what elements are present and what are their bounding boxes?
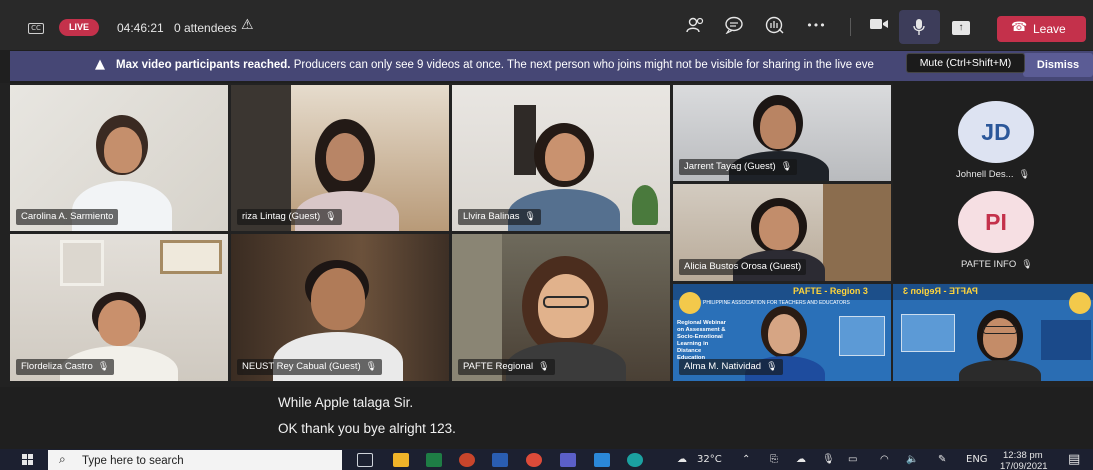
presentation-line: Regional Webinar — [677, 320, 726, 326]
windows-taskbar: ⌕ Type here to search ☁ 32°C ⌃ ⎘ ☁ 🎙 ▭ ◠… — [0, 449, 1093, 470]
muted-mic-icon: 🎙 — [1021, 260, 1033, 270]
video-tile[interactable]: Jarrent Tayag (Guest) 🎙 — [673, 85, 891, 181]
participant-name: PAFTE Regional 🎙 — [458, 359, 555, 375]
video-tile[interactable]: NEUST Rey Cabual (Guest) 🎙 — [231, 234, 449, 381]
warning-icon: ▲ — [95, 57, 105, 72]
video-grid: Carolina A. Sarmiento riza Lintag (Guest… — [0, 83, 1093, 387]
microphone-tray-icon[interactable]: 🎙 — [822, 454, 835, 465]
people-icon[interactable] — [685, 16, 707, 36]
notification-bold: Max video participants reached. — [116, 59, 291, 71]
leave-label: Leave — [1033, 22, 1066, 36]
notification-center-icon[interactable]: ▤ — [1068, 452, 1080, 467]
meeting-toolbar: CC LIVE 04:46:21 0 attendees ⚠ ••• ↑ ☎ L… — [0, 0, 1093, 50]
weather-temp[interactable]: 32°C — [697, 454, 722, 465]
teams-icon[interactable] — [560, 453, 576, 467]
video-tile[interactable]: Llvira Balinas 🎙 — [452, 85, 670, 231]
presentation-line: Socio-Emotional — [677, 334, 723, 340]
task-view-icon[interactable] — [357, 453, 373, 467]
participant-name: Alicia Bustos Orosa (Guest) — [679, 259, 807, 275]
chevron-up-icon[interactable]: ⌃ — [742, 454, 750, 465]
search-icon: ⌕ — [59, 452, 66, 466]
mirrored-banner: PAFTE - Region 3 — [903, 286, 978, 296]
participant-name: Carolina A. Sarmiento — [16, 209, 119, 225]
muted-mic-icon: 🎙 — [1018, 170, 1030, 180]
presentation-line: Distance — [677, 348, 702, 354]
presentation-subbanner: PHILIPPINE ASSOCIATION FOR TEACHERS AND … — [703, 300, 850, 306]
search-placeholder: Type here to search — [82, 455, 184, 467]
live-caption: OK thank you bye alright 123. — [278, 421, 456, 436]
chat-icon[interactable] — [723, 16, 745, 36]
muted-mic-icon: 🎙 — [524, 212, 536, 222]
file-explorer-icon[interactable] — [393, 453, 409, 467]
muted-mic-icon: 🎙 — [538, 362, 550, 372]
muted-mic-icon: 🎙 — [766, 362, 778, 372]
powerpoint-icon[interactable] — [459, 453, 475, 467]
avatar[interactable]: PI — [958, 191, 1034, 253]
taskbar-search[interactable]: ⌕ Type here to search — [48, 450, 342, 470]
presentation-banner: PAFTE - Region 3 — [793, 286, 868, 296]
notification-message: Max video participants reached. Producer… — [116, 59, 911, 71]
video-tile[interactable]: PAFTE - Region 3 PHILIPPINE ASSOCIATION … — [673, 284, 891, 381]
video-tile[interactable]: PAFTE Regional 🎙 — [452, 234, 670, 381]
participant-name: PAFTE INFO 🎙 — [961, 259, 1033, 270]
notification-body: Producers can only see 9 videos at once.… — [293, 59, 874, 71]
excel-icon[interactable] — [426, 453, 442, 467]
camera-icon[interactable] — [868, 16, 890, 36]
live-caption: While Apple talaga Sir. — [278, 395, 414, 410]
microphone-button[interactable] — [899, 10, 940, 44]
meeting-timer: 04:46:21 — [117, 21, 164, 35]
toolbar-divider — [850, 18, 851, 36]
share-screen-icon[interactable]: ↑ — [952, 21, 970, 35]
clock-date[interactable]: 17/09/2021 — [1000, 461, 1048, 470]
word-icon[interactable] — [492, 453, 508, 467]
audio-only-participants: JD Johnell Des... 🎙 PI PAFTE INFO 🎙 — [893, 83, 1093, 283]
attendee-count: 0 attendees — [174, 21, 237, 35]
clock-time[interactable]: 12:38 pm — [1003, 450, 1043, 461]
dismiss-button[interactable]: Dismiss — [1023, 53, 1093, 77]
volume-icon[interactable]: 🔈 — [906, 454, 918, 465]
video-tile[interactable]: PAFTE - Region 3 — [893, 284, 1093, 381]
microphone-icon — [912, 18, 926, 41]
video-tile[interactable]: Carolina A. Sarmiento — [10, 85, 228, 231]
video-tile[interactable]: Alicia Bustos Orosa (Guest) — [673, 184, 891, 281]
avatar[interactable]: JD — [958, 101, 1034, 163]
battery-icon[interactable]: ▭ — [848, 454, 857, 465]
cloud-icon[interactable]: ☁ — [796, 454, 806, 465]
warning-icon[interactable]: ⚠ — [241, 17, 254, 33]
participant-name: riza Lintag (Guest) 🎙 — [237, 209, 342, 225]
muted-mic-icon: 🎙 — [780, 162, 793, 172]
leave-button[interactable]: ☎ Leave — [997, 16, 1086, 42]
wifi-icon[interactable]: ◠ — [880, 454, 889, 465]
participant-name: Flordeliza Castro 🎙 — [16, 359, 115, 375]
weather-icon[interactable]: ☁ — [677, 454, 687, 465]
raise-hand-icon[interactable] — [764, 16, 786, 36]
muted-mic-icon: 🎙 — [365, 362, 378, 372]
video-tile[interactable]: Flordeliza Castro 🎙 — [10, 234, 228, 381]
language-indicator[interactable]: ENG — [966, 454, 988, 465]
video-tile[interactable]: riza Lintag (Guest) 🎙 — [231, 85, 449, 231]
closed-captions-icon[interactable]: CC — [28, 23, 44, 34]
windows-start-icon[interactable] — [22, 454, 34, 466]
presentation-line: on Assessment & — [677, 327, 726, 333]
more-icon[interactable]: ••• — [805, 16, 827, 36]
chrome-icon[interactable] — [526, 453, 542, 467]
muted-mic-icon: 🎙 — [97, 362, 110, 372]
presentation-line: Learning in — [677, 341, 709, 347]
media-player-icon[interactable] — [594, 453, 610, 467]
edge-icon[interactable] — [627, 453, 643, 467]
onedrive-icon[interactable]: ⎘ — [770, 454, 778, 465]
live-badge: LIVE — [59, 19, 99, 36]
pen-icon[interactable]: ✎ — [938, 454, 946, 465]
participant-name: Johnell Des... 🎙 — [956, 169, 1030, 180]
muted-mic-icon: 🎙 — [325, 212, 337, 222]
mute-tooltip: Mute (Ctrl+Shift+M) — [906, 53, 1025, 73]
participant-name: Llvira Balinas 🎙 — [458, 209, 541, 225]
participant-name: NEUST Rey Cabual (Guest) 🎙 — [237, 359, 383, 375]
participant-name: Jarrent Tayag (Guest) 🎙 — [679, 159, 798, 175]
hang-up-icon: ☎ — [1011, 20, 1028, 35]
participant-name: Alma M. Natividad 🎙 — [679, 359, 783, 375]
